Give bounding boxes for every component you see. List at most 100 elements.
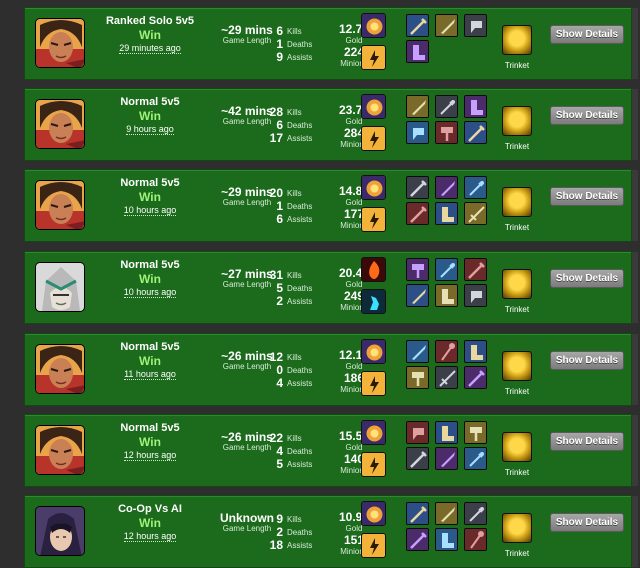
kills-value: 22 xyxy=(269,431,283,445)
spell-flash-icon[interactable] xyxy=(361,533,386,558)
match-row: Normal 5v5 Win 10 hours ago ~29 mins Game Le… xyxy=(24,169,638,242)
trinket-icon[interactable] xyxy=(502,513,532,543)
longsword-icon[interactable] xyxy=(464,202,487,225)
spell-ghost-icon[interactable] xyxy=(361,289,386,314)
boots-icon[interactable] xyxy=(435,421,458,444)
dagger-icon[interactable] xyxy=(435,95,458,118)
blade-icon[interactable] xyxy=(435,502,458,525)
kills-label: Kills xyxy=(287,27,302,36)
deaths-value: 2 xyxy=(276,525,283,539)
boots-icon[interactable] xyxy=(435,528,458,551)
time-ago: 10 hours ago xyxy=(91,287,209,298)
assists-label: Assists xyxy=(287,297,313,306)
blade-icon[interactable] xyxy=(435,14,458,37)
spell-heal-icon[interactable] xyxy=(361,501,386,526)
blade-icon[interactable] xyxy=(406,340,429,363)
spell-flash-icon[interactable] xyxy=(361,126,386,151)
dagger-icon[interactable] xyxy=(464,502,487,525)
blade-icon[interactable] xyxy=(435,176,458,199)
staff-icon[interactable] xyxy=(435,340,458,363)
spell-heal-icon[interactable] xyxy=(361,94,386,119)
sword-icon[interactable] xyxy=(464,258,487,281)
spell-flash-icon[interactable] xyxy=(361,207,386,232)
spell-ignite-icon[interactable] xyxy=(361,257,386,282)
match-result: Win xyxy=(139,28,161,42)
kills-value: 6 xyxy=(276,24,283,38)
time-ago-text: 9 hours ago xyxy=(126,124,174,135)
spell-heal-icon[interactable] xyxy=(361,13,386,38)
cleaver-icon[interactable] xyxy=(406,421,429,444)
deaths-label: Deaths xyxy=(287,202,313,211)
show-details-button[interactable]: Show Details xyxy=(550,351,624,370)
kills-label: Kills xyxy=(287,353,302,362)
show-details-button[interactable]: Show Details xyxy=(550,513,624,532)
sword-icon[interactable] xyxy=(406,202,429,225)
time-ago: 12 hours ago xyxy=(91,531,209,542)
sword-icon[interactable] xyxy=(406,14,429,37)
show-details-button[interactable]: Show Details xyxy=(550,432,624,451)
blade-icon[interactable] xyxy=(406,284,429,307)
hammer-icon[interactable] xyxy=(464,421,487,444)
game-mode: Normal 5v5 xyxy=(120,341,180,353)
spell-flash-icon[interactable] xyxy=(361,45,386,70)
time-ago-text: 11 hours ago xyxy=(124,369,176,380)
boots-icon[interactable] xyxy=(464,95,487,118)
champion-portrait-hooded[interactable] xyxy=(35,506,85,556)
dagger-icon[interactable] xyxy=(464,447,487,470)
hammer-icon[interactable] xyxy=(406,366,429,389)
match-row: Co-Op Vs AI Win 12 hours ago Unknown Game Le… xyxy=(24,495,638,568)
blade-icon[interactable] xyxy=(406,95,429,118)
sword-icon[interactable] xyxy=(406,502,429,525)
champion-portrait-armored[interactable] xyxy=(35,262,85,312)
assists-label: Assists xyxy=(287,134,313,143)
spell-heal-icon[interactable] xyxy=(361,420,386,445)
show-details-button[interactable]: Show Details xyxy=(550,25,624,44)
deaths-value: 1 xyxy=(276,37,283,51)
spell-flash-icon[interactable] xyxy=(361,452,386,477)
assists-value: 18 xyxy=(269,538,283,552)
show-details-button[interactable]: Show Details xyxy=(550,187,624,206)
dagger-icon[interactable] xyxy=(464,176,487,199)
deaths-value: 5 xyxy=(276,281,283,295)
trinket-icon[interactable] xyxy=(502,106,532,136)
boots-icon[interactable] xyxy=(406,40,429,63)
trinket-icon[interactable] xyxy=(502,187,532,217)
boots-icon[interactable] xyxy=(464,340,487,363)
assists-value: 9 xyxy=(276,50,283,64)
champion-portrait-sivir[interactable] xyxy=(35,425,85,475)
boots-icon[interactable] xyxy=(435,202,458,225)
cleaver-icon[interactable] xyxy=(406,121,429,144)
trinket-icon[interactable] xyxy=(502,269,532,299)
longsword-icon[interactable] xyxy=(435,366,458,389)
sword-icon[interactable] xyxy=(406,447,429,470)
dagger-icon[interactable] xyxy=(435,258,458,281)
show-details-button[interactable]: Show Details xyxy=(550,106,624,125)
hammer-icon[interactable] xyxy=(435,121,458,144)
champion-portrait-sivir[interactable] xyxy=(35,180,85,230)
cleaver-icon[interactable] xyxy=(464,284,487,307)
champion-portrait-sivir[interactable] xyxy=(35,18,85,68)
deaths-label: Deaths xyxy=(287,284,313,293)
spell-heal-icon[interactable] xyxy=(361,175,386,200)
staff-icon[interactable] xyxy=(464,528,487,551)
blade-icon[interactable] xyxy=(435,447,458,470)
trinket-icon[interactable] xyxy=(502,25,532,55)
hammer-icon[interactable] xyxy=(406,258,429,281)
boots-icon[interactable] xyxy=(435,284,458,307)
sword-icon[interactable] xyxy=(464,121,487,144)
sword-icon[interactable] xyxy=(406,176,429,199)
cleaver-icon[interactable] xyxy=(464,14,487,37)
sword-icon[interactable] xyxy=(464,366,487,389)
trinket-label: Trinket xyxy=(504,468,530,477)
spell-flash-icon[interactable] xyxy=(361,371,386,396)
champion-portrait-sivir[interactable] xyxy=(35,344,85,394)
kills-label: Kills xyxy=(287,271,302,280)
deaths-value: 4 xyxy=(276,444,283,458)
trinket-icon[interactable] xyxy=(502,432,532,462)
show-details-button[interactable]: Show Details xyxy=(550,269,624,288)
trinket-icon[interactable] xyxy=(502,351,532,381)
match-row: Normal 5v5 Win 11 hours ago ~26 mins Game Le… xyxy=(24,333,638,406)
sword-icon[interactable] xyxy=(406,528,429,551)
champion-portrait-sivir[interactable] xyxy=(35,99,85,149)
spell-heal-icon[interactable] xyxy=(361,339,386,364)
